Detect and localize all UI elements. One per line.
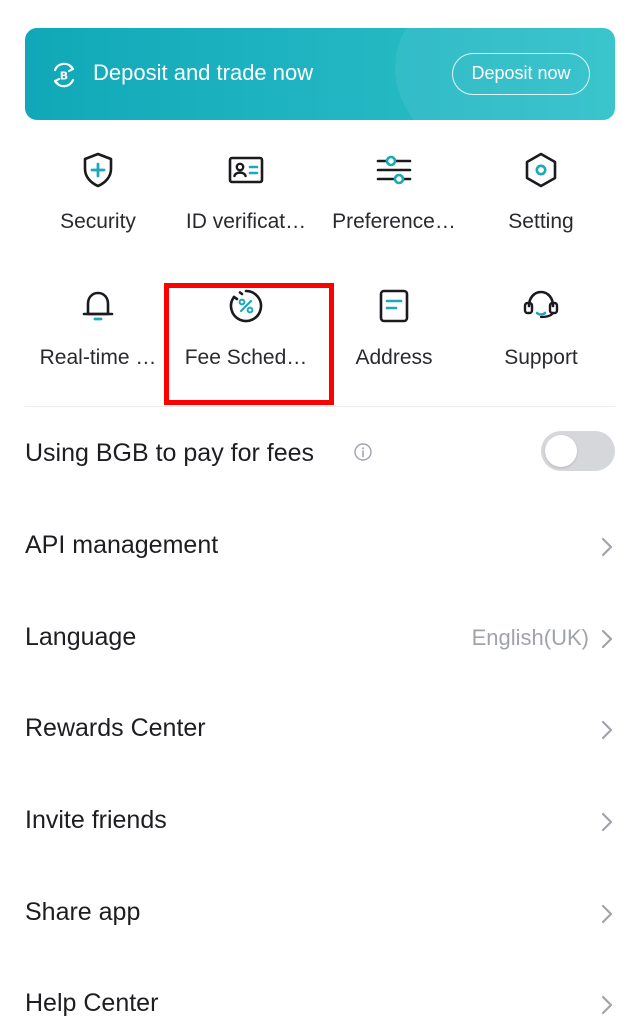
deposit-banner[interactable]: B Deposit and trade now Deposit now (25, 28, 615, 120)
chevron-right-icon (601, 812, 613, 832)
settings-row-api-management[interactable]: API management (25, 516, 615, 576)
shortcut-label: Support (504, 346, 578, 369)
account-menu-page: B Deposit and trade now Deposit now Secu… (0, 0, 640, 1024)
row-label: Share app (25, 898, 141, 926)
id-card-icon (228, 156, 264, 184)
chevron-right-icon (601, 720, 613, 740)
settings-row-share-app[interactable]: Share app (25, 883, 615, 943)
shortcut-label: ID verificat… (185, 210, 307, 233)
row-label: Rewards Center (25, 714, 206, 742)
shortcut-security[interactable]: Security (23, 150, 173, 270)
row-label: Language (25, 623, 137, 651)
chevron-right-icon (601, 537, 613, 557)
bgb-fee-toggle[interactable] (541, 431, 615, 471)
chevron-right-icon (601, 995, 613, 1015)
shortcut-setting[interactable]: Setting (466, 150, 616, 270)
row-label: Help Center (25, 989, 159, 1017)
shortcut-fee-schedule[interactable]: Fee Sched… (171, 286, 321, 406)
bitcoin-exchange-icon: B (53, 62, 75, 88)
chevron-right-icon (601, 904, 613, 924)
language-value: English(UK) (471, 625, 589, 650)
bgb-fee-toggle-row[interactable]: Using BGB to pay for fees (25, 424, 615, 484)
shortcut-label: Preference… (332, 210, 456, 233)
info-icon[interactable] (353, 442, 373, 462)
shortcut-label: Security (60, 210, 136, 233)
row-label: API management (25, 531, 219, 559)
row-label: Using BGB to pay for fees (25, 439, 315, 467)
shortcut-preferences[interactable]: Preference… (319, 150, 469, 270)
chevron-right-icon (601, 629, 613, 649)
shield-plus-icon (83, 152, 113, 188)
shortcut-label: Setting (508, 210, 574, 233)
settings-row-invite-friends[interactable]: Invite friends (25, 791, 615, 851)
settings-row-rewards-center[interactable]: Rewards Center (25, 699, 615, 759)
shortcut-support[interactable]: Support (466, 286, 616, 406)
banner-title: Deposit and trade now (93, 60, 314, 85)
row-label: Invite friends (25, 806, 167, 834)
shortcut-label: Address (355, 346, 433, 369)
bell-icon (82, 291, 114, 321)
settings-row-language[interactable]: Language English(UK) (25, 608, 615, 668)
deposit-now-button[interactable]: Deposit now (452, 53, 590, 95)
settings-row-help-center[interactable]: Help Center (25, 974, 615, 1024)
shortcut-id-verification[interactable]: ID verificat… (171, 150, 321, 270)
percent-circle-icon (229, 289, 263, 323)
section-divider (25, 406, 615, 407)
shortcut-address[interactable]: Address (319, 286, 469, 406)
sliders-icon (376, 155, 412, 185)
shortcut-label: Fee Sched… (184, 346, 308, 369)
headset-icon (523, 290, 559, 319)
shortcut-real-time-alerts[interactable]: Real-time … (23, 286, 173, 406)
shortcut-label: Real-time … (39, 346, 157, 369)
hexagon-gear-icon (525, 152, 557, 188)
document-icon (379, 289, 409, 323)
toggle-knob (545, 435, 577, 467)
svg-text:B: B (60, 70, 68, 83)
